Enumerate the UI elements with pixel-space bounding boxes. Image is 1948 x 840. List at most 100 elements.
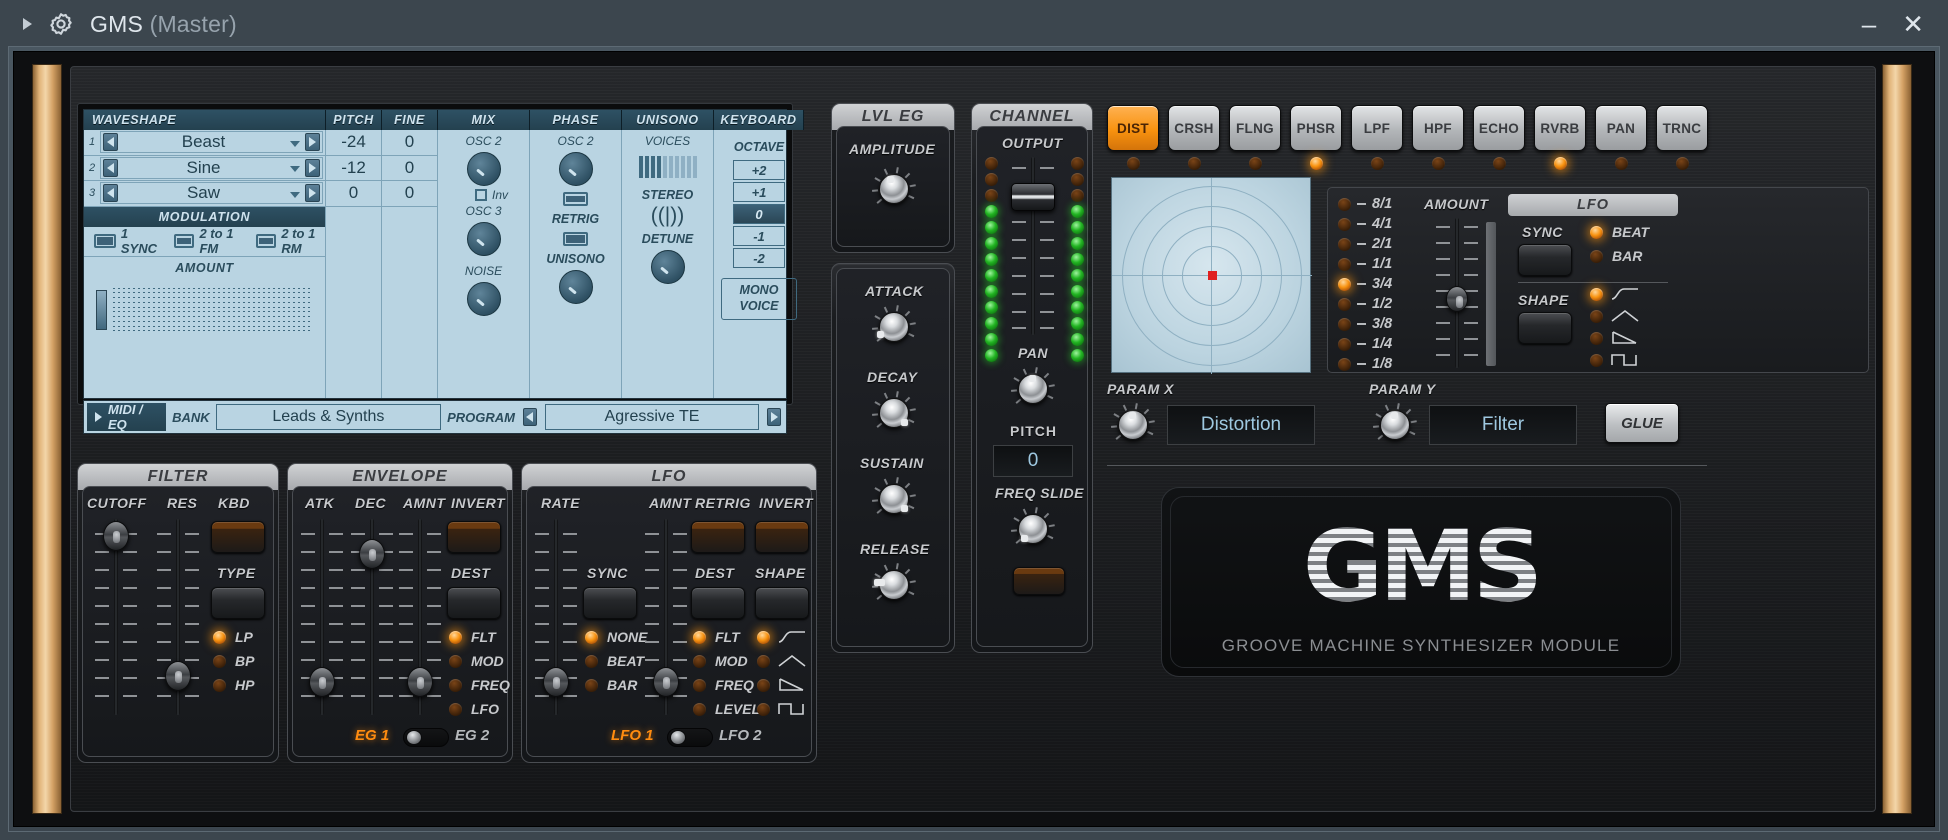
freq-slide-knob[interactable] bbox=[1011, 507, 1055, 551]
minimize-button[interactable]: – bbox=[1862, 11, 1876, 37]
fx-amount-handle[interactable] bbox=[1446, 286, 1468, 312]
fx-tab-pan[interactable]: PAN bbox=[1595, 105, 1647, 151]
division-led[interactable] bbox=[1338, 318, 1351, 331]
lfo2-label[interactable]: LFO 2 bbox=[719, 727, 762, 744]
division-led[interactable] bbox=[1338, 358, 1351, 371]
prev-wave-icon[interactable] bbox=[103, 133, 118, 151]
fine-value-1[interactable]: 0 bbox=[382, 130, 437, 156]
pitch-value-1[interactable]: -24 bbox=[326, 130, 381, 156]
beat-division-row[interactable]: 8/1 bbox=[1338, 196, 1392, 212]
fine-value-3[interactable]: 0 bbox=[382, 181, 437, 207]
env-dec-handle[interactable] bbox=[359, 539, 385, 569]
retrig-switch-icon[interactable] bbox=[563, 232, 588, 246]
expand-triangle-icon[interactable] bbox=[20, 16, 34, 32]
mod-switch-rm[interactable]: 2 to 1 RM bbox=[256, 226, 325, 256]
beat-division-row[interactable]: 3/8 bbox=[1338, 316, 1392, 332]
env-amnt-handle[interactable] bbox=[407, 667, 433, 697]
glue-button[interactable]: GLUE bbox=[1605, 403, 1679, 443]
fx-led-rvrb[interactable] bbox=[1554, 157, 1567, 170]
detune-knob[interactable] bbox=[651, 250, 685, 284]
env-dest-lfo-led[interactable] bbox=[449, 703, 462, 716]
mono-voice-button[interactable]: MONO VOICE bbox=[721, 278, 797, 320]
next-wave-icon[interactable] bbox=[305, 184, 320, 202]
lfo-dest-freq-led[interactable] bbox=[693, 679, 706, 692]
mod-switch-fm[interactable]: 2 to 1 FM bbox=[174, 226, 242, 256]
waveshape-selector-1[interactable]: Beast bbox=[100, 131, 323, 153]
lfo-sync-beat-led[interactable] bbox=[585, 655, 598, 668]
fx-shape-saw-led[interactable] bbox=[1590, 332, 1603, 345]
midi-eq-button[interactable]: MIDI / EQ bbox=[87, 403, 166, 431]
stereo-spread-icon[interactable]: ((|)) bbox=[651, 202, 684, 230]
close-button[interactable]: ✕ bbox=[1902, 11, 1924, 37]
lfo-toggle[interactable] bbox=[667, 728, 713, 747]
attack-knob[interactable] bbox=[872, 305, 916, 349]
lfo-rate-slider[interactable] bbox=[533, 519, 579, 715]
env-dest-button[interactable] bbox=[447, 587, 501, 619]
fx-tab-hpf[interactable]: HPF bbox=[1412, 105, 1464, 151]
param-y-knob[interactable] bbox=[1373, 403, 1417, 447]
env-dec-slider[interactable] bbox=[349, 519, 395, 715]
waveshape-selector-2[interactable]: Sine bbox=[100, 157, 323, 179]
fm-switch-icon[interactable] bbox=[174, 234, 194, 248]
lfo-shape-saw-led[interactable] bbox=[757, 679, 770, 692]
fx-led-pan[interactable] bbox=[1615, 157, 1628, 170]
beat-division-row[interactable]: 3/4 bbox=[1338, 276, 1392, 292]
fx-led-trnc[interactable] bbox=[1676, 157, 1689, 170]
fx-led-dist[interactable] bbox=[1127, 157, 1140, 170]
chevron-down-icon[interactable] bbox=[287, 160, 303, 175]
fx-tab-dist[interactable]: DIST bbox=[1107, 105, 1159, 151]
res-handle[interactable] bbox=[165, 661, 191, 691]
sync-switch-icon[interactable] bbox=[94, 234, 116, 248]
cutoff-handle[interactable] bbox=[103, 521, 129, 551]
lfo-sync-none-led[interactable] bbox=[585, 631, 598, 644]
program-value-field[interactable]: Agressive TE bbox=[545, 404, 760, 430]
next-wave-icon[interactable] bbox=[305, 159, 320, 177]
mix-invert-row[interactable]: Inv bbox=[459, 188, 508, 202]
fx-tab-phsr[interactable]: PHSR bbox=[1290, 105, 1342, 151]
mix-osc2-knob[interactable] bbox=[467, 152, 501, 186]
gear-icon[interactable] bbox=[48, 11, 74, 37]
beat-division-row[interactable]: 1/2 bbox=[1338, 296, 1392, 312]
fx-shape-sine-led[interactable] bbox=[1590, 288, 1603, 301]
prev-wave-icon[interactable] bbox=[103, 184, 118, 202]
division-led[interactable] bbox=[1338, 238, 1351, 251]
phase-switch-icon[interactable] bbox=[563, 192, 588, 206]
xy-pad[interactable] bbox=[1111, 177, 1311, 373]
mix-noise-knob[interactable] bbox=[467, 282, 501, 316]
octave-minus2-button[interactable]: -2 bbox=[733, 248, 785, 268]
fine-value-2[interactable]: 0 bbox=[382, 156, 437, 182]
fx-shape-tri-led[interactable] bbox=[1590, 310, 1603, 323]
fx-led-flng[interactable] bbox=[1249, 157, 1262, 170]
lfo-shape-tri-led[interactable] bbox=[757, 655, 770, 668]
output-fader-handle[interactable] bbox=[1011, 183, 1055, 211]
freq-slide-button[interactable] bbox=[1013, 567, 1065, 595]
mix-osc3-knob[interactable] bbox=[467, 222, 501, 256]
phase-switch-wrap[interactable] bbox=[563, 192, 588, 206]
fx-sync-button[interactable] bbox=[1518, 244, 1572, 276]
lfo-amnt-slider[interactable] bbox=[643, 519, 689, 715]
mod-switch-sync[interactable]: 1 SYNC bbox=[94, 226, 160, 256]
octave-plus2-button[interactable]: +2 bbox=[733, 160, 785, 180]
prev-wave-icon[interactable] bbox=[103, 159, 118, 177]
lfo-retrig-button[interactable] bbox=[691, 521, 745, 553]
cutoff-slider[interactable] bbox=[93, 519, 139, 715]
amount-handle[interactable] bbox=[96, 290, 107, 330]
lfo-shape-button[interactable] bbox=[755, 587, 809, 619]
fx-led-echo[interactable] bbox=[1493, 157, 1506, 170]
prev-program-icon[interactable] bbox=[523, 408, 537, 426]
env-dest-freq-led[interactable] bbox=[449, 679, 462, 692]
lfo-dest-level-led[interactable] bbox=[693, 703, 706, 716]
bank-value-field[interactable]: Leads & Synths bbox=[216, 404, 441, 430]
amplitude-knob[interactable] bbox=[872, 167, 916, 211]
res-slider[interactable] bbox=[155, 519, 201, 715]
lfo-shape-sine-led[interactable] bbox=[757, 631, 770, 644]
fx-tab-flng[interactable]: FLNG bbox=[1229, 105, 1281, 151]
octave-zero-button[interactable]: 0 bbox=[733, 204, 785, 224]
kbd-button[interactable] bbox=[211, 521, 265, 553]
env-invert-button[interactable] bbox=[447, 521, 501, 553]
octave-minus1-button[interactable]: -1 bbox=[733, 226, 785, 246]
voices-meter[interactable] bbox=[639, 154, 697, 178]
phase-osc2-knob[interactable] bbox=[559, 152, 593, 186]
lfo-sync-bar-led[interactable] bbox=[585, 679, 598, 692]
lfo1-label[interactable]: LFO 1 bbox=[611, 727, 654, 744]
